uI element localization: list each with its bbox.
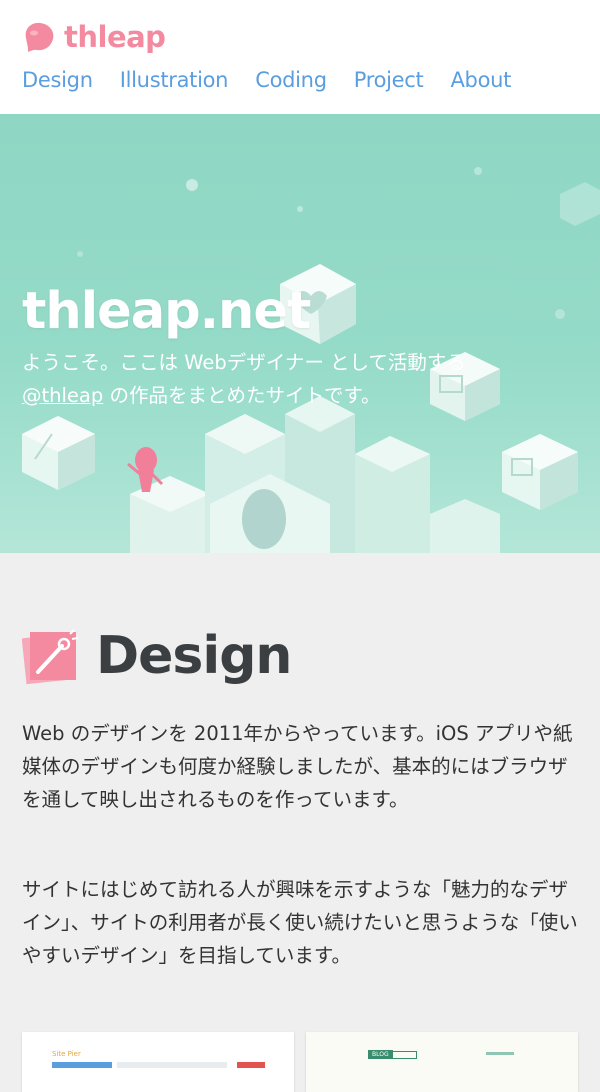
site-header: thleap Design Illustration Coding Projec… xyxy=(0,0,600,114)
design-paragraph-1: Web のデザインを 2011年からやっています。iOS アプリや紙媒体のデザイ… xyxy=(22,722,573,811)
design-heading: Design xyxy=(22,626,292,686)
tagline-line-1: ようこそ。ここは Webデザイナー として活動する xyxy=(22,351,466,374)
design-pen-icon xyxy=(22,629,79,685)
floating-cube-4 xyxy=(502,434,578,510)
thumb-badge-left: Site Pier xyxy=(52,1050,81,1058)
hero-title: thleap.net xyxy=(22,282,311,341)
design-thumbnail-2[interactable]: BLOG xyxy=(306,1032,578,1092)
nav-design[interactable]: Design xyxy=(22,64,93,96)
nav-project[interactable]: Project xyxy=(354,64,424,96)
thumb-badge-right: BLOG xyxy=(368,1050,393,1059)
nav-illustration[interactable]: Illustration xyxy=(120,64,229,96)
site-logo[interactable]: thleap xyxy=(22,20,166,54)
floating-cube-3 xyxy=(22,416,95,490)
logo-text: thleap xyxy=(64,20,166,54)
design-title: Design xyxy=(96,626,292,686)
nav-coding[interactable]: Coding xyxy=(255,64,327,96)
hero-tagline: ようこそ。ここは Webデザイナー として活動する @thleap の作品をまと… xyxy=(22,346,582,412)
nav-about[interactable]: About xyxy=(450,64,511,96)
twitter-handle-link[interactable]: @thleap xyxy=(22,384,103,407)
main-nav: Design Illustration Coding Project About xyxy=(22,64,538,96)
logo-blob-icon xyxy=(25,22,54,52)
design-paragraph-2: サイトにはじめて訪れる人が興味を示すような「魅力的なデザイン」、サイトの利用者が… xyxy=(22,878,578,967)
tagline-line-2: の作品をまとめたサイトです。 xyxy=(103,384,381,407)
hero-banner: thleap.net ようこそ。ここは Webデザイナー として活動する @th… xyxy=(0,114,600,553)
design-thumbnails: Site Pier BLOG xyxy=(22,1032,578,1092)
design-thumbnail-1[interactable]: Site Pier xyxy=(22,1032,294,1092)
